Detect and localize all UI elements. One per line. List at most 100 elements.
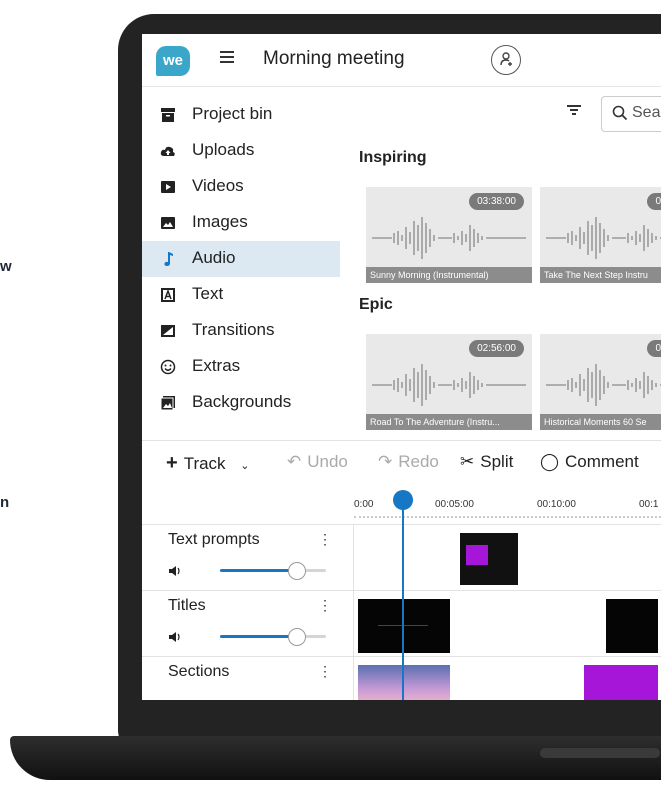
sidebar-item-label: Extras bbox=[192, 356, 241, 375]
sidebar-item-label: Videos bbox=[192, 176, 244, 195]
title-clip[interactable] bbox=[606, 599, 658, 653]
video-icon bbox=[161, 181, 175, 193]
split-button[interactable]: ✂ Split bbox=[460, 452, 513, 472]
laptop-notch bbox=[540, 748, 660, 758]
volume-fill bbox=[220, 635, 297, 638]
sidebar-item-uploads[interactable]: Uploads bbox=[142, 133, 340, 169]
more-vertical-icon[interactable]: ⋮ bbox=[318, 597, 332, 614]
sidebar-item-label: Project bin bbox=[192, 104, 273, 123]
sidebar-item-videos[interactable]: Videos bbox=[142, 169, 340, 205]
title-clip[interactable] bbox=[358, 599, 450, 653]
sidebar-item-transitions[interactable]: Transitions bbox=[142, 313, 340, 349]
audio-card[interactable]: 0 Historical Moments 60 Se bbox=[540, 334, 661, 430]
audio-card[interactable]: 03:38:00 Sunny Morning (Instrumental) bbox=[366, 187, 532, 283]
track-name: Historical Moments 60 Se bbox=[540, 414, 661, 430]
divider bbox=[142, 440, 661, 441]
prompt-thumbnail bbox=[466, 545, 488, 565]
text-icon bbox=[161, 288, 175, 302]
cloud-upload-icon bbox=[160, 146, 175, 156]
ruler-tick-label: 00:10:00 bbox=[537, 499, 576, 510]
redo-button[interactable]: ↷ Redo bbox=[378, 452, 439, 472]
add-track-label: Track bbox=[183, 454, 226, 473]
sidebar-item-label: Text bbox=[192, 284, 224, 303]
volume-icon[interactable] bbox=[168, 631, 182, 643]
track-name: Take The Next Step Instru bbox=[540, 267, 661, 283]
redo-label: Redo bbox=[398, 452, 439, 471]
sidebar-item-audio[interactable]: Audio bbox=[142, 241, 340, 277]
ruler-tick-label: 00:05:00 bbox=[435, 499, 474, 510]
search-icon bbox=[612, 105, 628, 121]
add-collaborator-button[interactable] bbox=[491, 45, 521, 75]
track-label: Sections bbox=[168, 663, 230, 680]
project-title[interactable]: Morning meeting bbox=[263, 48, 405, 70]
split-label: Split bbox=[480, 452, 514, 471]
more-vertical-icon[interactable]: ⋮ bbox=[318, 663, 332, 680]
section-clip[interactable] bbox=[584, 665, 658, 700]
sidebar-item-label: Uploads bbox=[192, 140, 255, 159]
music-note-icon bbox=[164, 252, 173, 266]
volume-thumb[interactable] bbox=[288, 562, 307, 580]
track-header-titles: Titles ⋮ bbox=[142, 590, 354, 657]
edge-text: w bbox=[0, 258, 12, 275]
track-label: Titles bbox=[168, 597, 206, 614]
sidebar-item-project-bin[interactable]: Project bin bbox=[142, 97, 340, 133]
undo-icon: ↶ bbox=[287, 452, 302, 471]
playhead-handle[interactable] bbox=[393, 490, 413, 510]
volume-slider[interactable] bbox=[220, 628, 326, 646]
time-ruler[interactable] bbox=[354, 516, 661, 518]
track-lane[interactable] bbox=[354, 656, 661, 700]
sidebar-item-text[interactable]: Text bbox=[142, 277, 340, 313]
track-lane[interactable] bbox=[354, 590, 661, 657]
sidebar-item-label: Backgrounds bbox=[192, 392, 292, 411]
section-clip[interactable] bbox=[358, 665, 450, 700]
chevron-down-icon: ⌄ bbox=[240, 460, 250, 472]
ruler-tick-label: 00:1 bbox=[639, 499, 659, 510]
audio-card[interactable]: 0 Take The Next Step Instru bbox=[540, 187, 661, 283]
volume-thumb[interactable] bbox=[288, 628, 307, 646]
more-vertical-icon[interactable]: ⋮ bbox=[318, 531, 332, 548]
ruler-tick-label: 0:00 bbox=[354, 499, 374, 510]
smiley-icon bbox=[160, 359, 176, 375]
undo-label: Undo bbox=[307, 452, 348, 471]
transition-icon bbox=[161, 325, 175, 337]
comment-icon: ◯ bbox=[540, 452, 560, 471]
laptop-base bbox=[10, 736, 661, 780]
track-label: Text prompts bbox=[168, 531, 260, 548]
volume-icon[interactable] bbox=[168, 565, 182, 577]
waveform-icon bbox=[546, 217, 661, 259]
add-user-icon bbox=[500, 52, 512, 66]
volume-slider[interactable] bbox=[220, 562, 326, 580]
filter-icon[interactable] bbox=[567, 104, 581, 116]
undo-button[interactable]: ↶ Undo bbox=[287, 452, 348, 472]
scissors-icon: ✂ bbox=[460, 452, 475, 471]
waveform-icon bbox=[372, 364, 526, 406]
sidebar-item-label: Transitions bbox=[192, 320, 275, 339]
hamburger-menu-icon[interactable] bbox=[220, 48, 236, 69]
search-input[interactable]: Sea bbox=[601, 96, 661, 132]
add-track-button[interactable]: + Track ⌄ bbox=[166, 452, 250, 475]
redo-icon: ↷ bbox=[378, 452, 393, 471]
track-header-text-prompts: Text prompts ⋮ bbox=[142, 524, 354, 591]
sidebar-item-images[interactable]: Images bbox=[142, 205, 340, 241]
text-prompt-clip[interactable] bbox=[460, 533, 518, 585]
comment-label: Comment bbox=[565, 452, 639, 471]
duration-badge: 02:56:00 bbox=[469, 340, 524, 357]
track-name: Sunny Morning (Instrumental) bbox=[366, 267, 532, 283]
plus-icon: + bbox=[166, 452, 178, 474]
track-lane[interactable] bbox=[354, 524, 661, 591]
volume-fill bbox=[220, 569, 297, 572]
image-icon bbox=[161, 217, 175, 229]
playhead-line bbox=[402, 500, 404, 700]
section-title: Epic bbox=[359, 296, 393, 313]
waveform-icon bbox=[546, 364, 661, 406]
sidebar-item-backgrounds[interactable]: Backgrounds bbox=[142, 385, 340, 421]
search-placeholder: Sea bbox=[632, 104, 661, 121]
duration-badge: 03:38:00 bbox=[469, 193, 524, 210]
duration-badge: 0 bbox=[647, 193, 661, 210]
duration-badge: 0 bbox=[647, 340, 661, 357]
app-logo[interactable]: we bbox=[156, 46, 190, 76]
audio-card[interactable]: 02:56:00 Road To The Adventure (Instru..… bbox=[366, 334, 532, 430]
backgrounds-icon bbox=[160, 396, 175, 411]
sidebar-item-extras[interactable]: Extras bbox=[142, 349, 340, 385]
comment-button[interactable]: ◯ Comment bbox=[540, 452, 639, 472]
